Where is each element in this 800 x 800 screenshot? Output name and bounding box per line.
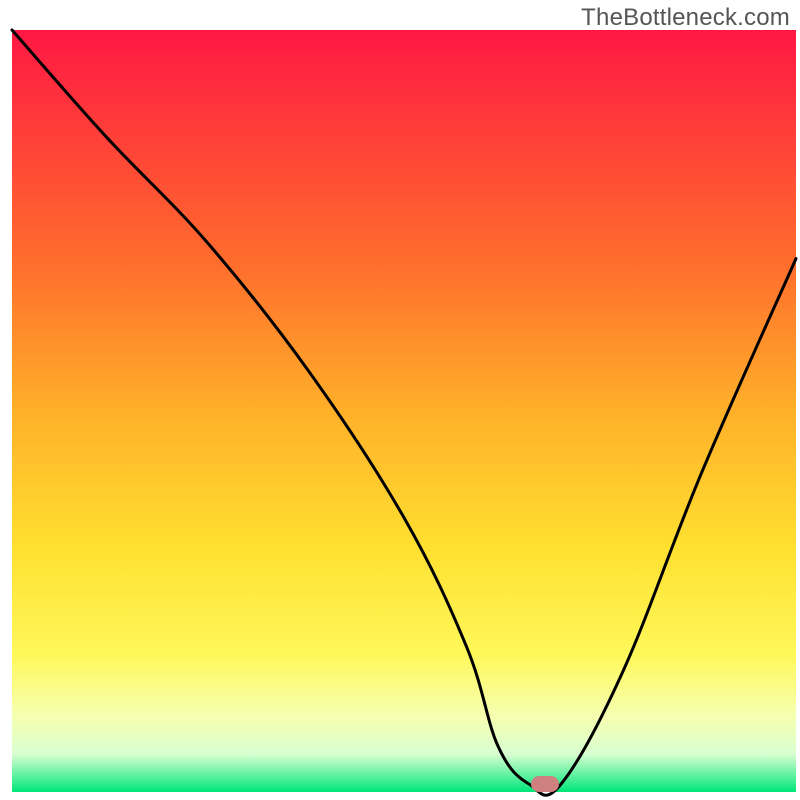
chart-container: TheBottleneck.com: [0, 0, 800, 800]
bottleneck-chart: [0, 0, 800, 800]
plot-background: [12, 30, 796, 792]
watermark-text: TheBottleneck.com: [581, 4, 790, 32]
optimal-marker: [531, 776, 559, 792]
